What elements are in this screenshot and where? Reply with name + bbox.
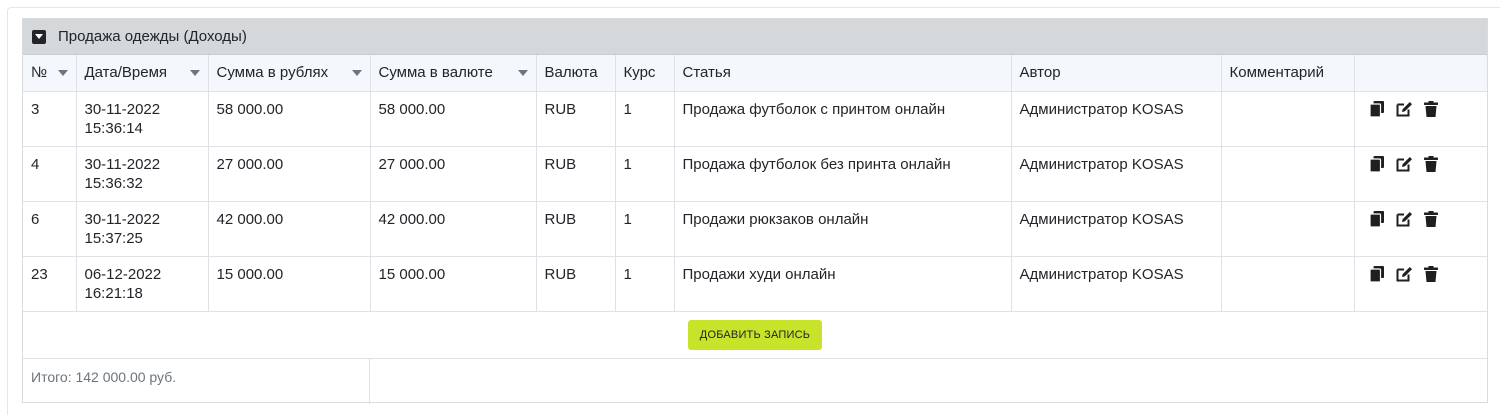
col-header-sum-rub[interactable]: Сумма в рублях [208, 55, 371, 92]
cell-currency: RUB [536, 146, 616, 202]
cell-num: 3 [23, 91, 77, 147]
col-header-currency: Валюта [536, 55, 616, 92]
cell-num: 4 [23, 146, 77, 202]
cell-item: Продажа футболок с принтом онлайн [674, 91, 1012, 147]
cell-actions [1354, 146, 1487, 202]
col-header-sum-currency[interactable]: Сумма в валюте [370, 55, 537, 92]
cell-actions [1354, 256, 1487, 312]
panel-header[interactable]: Продажа одежды (Доходы) [23, 19, 1487, 55]
col-header-comment: Комментарий [1221, 55, 1355, 92]
edit-icon[interactable] [1396, 266, 1413, 283]
sort-caret-icon[interactable] [189, 69, 200, 76]
copy-icon[interactable] [1369, 101, 1386, 118]
cell-datetime: 30-11-2022 15:37:25 [76, 201, 209, 257]
cell-sum-rub: 27 000.00 [208, 146, 371, 202]
cell-datetime: 06-12-2022 16:21:18 [76, 256, 209, 312]
cell-item: Продажи худи онлайн [674, 256, 1012, 312]
cell-datetime: 30-11-2022 15:36:14 [76, 91, 209, 147]
cell-author: Администратор KOSAS [1011, 256, 1222, 312]
sort-caret-icon[interactable] [517, 69, 528, 76]
cell-sum-rub: 15 000.00 [208, 256, 371, 312]
cell-sum-rub: 58 000.00 [208, 91, 371, 147]
add-record-row: ДОБАВИТЬ ЗАПИСЬ [23, 311, 1487, 359]
table-row[interactable]: 23 06-12-2022 16:21:18 15 000.00 15 000.… [23, 256, 1487, 312]
table-row[interactable]: 6 30-11-2022 15:37:25 42 000.00 42 000.0… [23, 201, 1487, 257]
cell-sum-currency: 42 000.00 [370, 201, 537, 257]
copy-icon[interactable] [1369, 266, 1386, 283]
table-row[interactable]: 4 30-11-2022 15:36:32 27 000.00 27 000.0… [23, 146, 1487, 202]
col-header-author: Автор [1011, 55, 1222, 92]
cell-item: Продажа футболок без принта онлайн [674, 146, 1012, 202]
col-header-rate: Курс [615, 55, 675, 92]
cell-sum-currency: 27 000.00 [370, 146, 537, 202]
income-panel: Продажа одежды (Доходы) № Дата/Время Сум… [22, 18, 1488, 404]
total-row: Итого: 142 000.00 руб. [23, 358, 1487, 404]
cell-num: 6 [23, 201, 77, 257]
cell-comment [1221, 91, 1355, 147]
cell-author: Администратор KOSAS [1011, 146, 1222, 202]
col-header-num[interactable]: № [23, 55, 77, 92]
cell-item: Продажи рюкзаков онлайн [674, 201, 1012, 257]
cell-datetime: 30-11-2022 15:36:32 [76, 146, 209, 202]
sort-caret-icon[interactable] [351, 69, 362, 76]
cell-sum-currency: 58 000.00 [370, 91, 537, 147]
trash-icon[interactable] [1423, 101, 1440, 118]
cell-comment [1221, 146, 1355, 202]
caret-down-square-icon[interactable] [32, 29, 46, 44]
cell-author: Администратор KOSAS [1011, 91, 1222, 147]
cell-rate: 1 [615, 256, 675, 312]
cell-actions [1354, 201, 1487, 257]
col-header-actions [1354, 55, 1487, 92]
cell-rate: 1 [615, 91, 675, 147]
edit-icon[interactable] [1396, 156, 1413, 173]
cell-author: Администратор KOSAS [1011, 201, 1222, 257]
trash-icon[interactable] [1423, 266, 1440, 283]
col-header-datetime[interactable]: Дата/Время [76, 55, 209, 92]
cell-comment [1221, 201, 1355, 257]
records-table: № Дата/Время Сумма в рублях Сумма в валю… [23, 55, 1487, 359]
copy-icon[interactable] [1369, 156, 1386, 173]
edit-icon[interactable] [1396, 211, 1413, 228]
cell-actions [1354, 91, 1487, 147]
cell-sum-currency: 15 000.00 [370, 256, 537, 312]
trash-icon[interactable] [1423, 156, 1440, 173]
cell-rate: 1 [615, 146, 675, 202]
cell-currency: RUB [536, 91, 616, 147]
cell-currency: RUB [536, 256, 616, 312]
cell-currency: RUB [536, 201, 616, 257]
sort-caret-icon[interactable] [57, 69, 68, 76]
cell-rate: 1 [615, 201, 675, 257]
table-header-row: № Дата/Время Сумма в рублях Сумма в валю… [23, 55, 1487, 92]
cell-num: 23 [23, 256, 77, 312]
cell-sum-rub: 42 000.00 [208, 201, 371, 257]
total-text: Итого: 142 000.00 руб. [23, 358, 370, 404]
cell-comment [1221, 256, 1355, 312]
copy-icon[interactable] [1369, 211, 1386, 228]
col-header-item: Статья [674, 55, 1012, 92]
table-row[interactable]: 3 30-11-2022 15:36:14 58 000.00 58 000.0… [23, 91, 1487, 147]
trash-icon[interactable] [1423, 211, 1440, 228]
edit-icon[interactable] [1396, 101, 1413, 118]
panel-title: Продажа одежды (Доходы) [58, 28, 247, 45]
add-record-button[interactable]: ДОБАВИТЬ ЗАПИСЬ [687, 319, 823, 350]
